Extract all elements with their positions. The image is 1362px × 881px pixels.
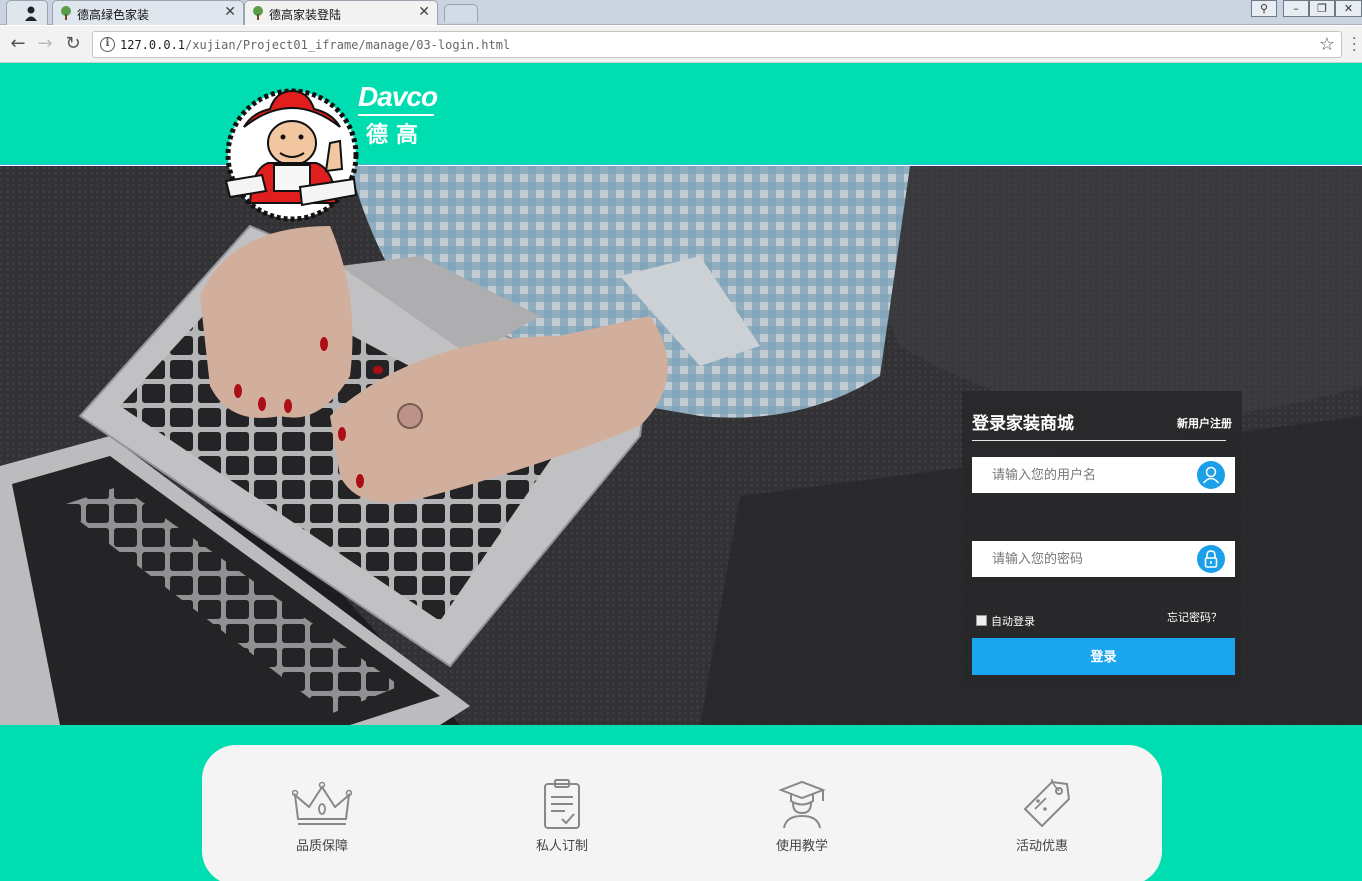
url-host: 127.0.0.1 bbox=[120, 38, 186, 52]
tab-close-icon[interactable]: ✕ bbox=[224, 4, 236, 20]
url-text: 127.0.0.1/xujian/Project01_iframe/manage… bbox=[120, 38, 510, 52]
hero-banner: 登录家装商城 新用户注册 请输入您的用户名 自动登录 忘记密码？ 登录 bbox=[0, 166, 1362, 725]
feature-label: 私人订制 bbox=[535, 839, 588, 854]
tab-close-icon[interactable]: ✕ bbox=[418, 4, 430, 20]
brand-divider bbox=[358, 114, 434, 116]
username-input[interactable] bbox=[992, 457, 1192, 493]
graduate-icon bbox=[778, 780, 826, 829]
title-divider bbox=[972, 440, 1226, 441]
tree-favicon-icon bbox=[253, 6, 263, 20]
feature-label: 品质保障 bbox=[295, 839, 348, 854]
mascot-logo-icon[interactable] bbox=[222, 83, 362, 223]
window-restore-button[interactable]: ❐ bbox=[1309, 0, 1335, 17]
feature-tutorial[interactable]: 使用教学 bbox=[742, 779, 862, 854]
forgot-password-link[interactable]: 忘记密码？ bbox=[1167, 609, 1222, 625]
brand-logo-chinese[interactable]: 德高 bbox=[366, 117, 426, 149]
window-minimize-button[interactable]: – bbox=[1283, 0, 1309, 17]
password-field bbox=[972, 541, 1235, 577]
crown-icon bbox=[292, 781, 352, 825]
tree-favicon-icon bbox=[61, 6, 71, 20]
features-card: 品质保障 私人订制 使用教学 活动优惠 bbox=[202, 745, 1162, 881]
tag-icon bbox=[1023, 779, 1071, 828]
web-page: Davco 德高 登录家装商城 新用户注册 请输入您的用户名 自动登录 忘记密码… bbox=[0, 63, 1362, 881]
forward-arrow-icon[interactable]: → bbox=[35, 34, 55, 54]
tab-label: 德高绿色家装 bbox=[77, 8, 150, 22]
checkbox-box[interactable] bbox=[976, 615, 987, 626]
username-field bbox=[972, 457, 1235, 493]
profile-avatar-icon bbox=[25, 6, 37, 21]
user-icon bbox=[1197, 461, 1225, 489]
feature-label: 使用教学 bbox=[775, 839, 828, 854]
feature-custom[interactable]: 私人订制 bbox=[502, 779, 622, 854]
tab-profile[interactable] bbox=[6, 0, 48, 25]
features-footer: 品质保障 私人订制 使用教学 活动优惠 bbox=[0, 725, 1362, 881]
auto-login-checkbox[interactable]: 自动登录 bbox=[976, 613, 1035, 629]
auto-login-label: 自动登录 bbox=[991, 615, 1035, 628]
window-close-button[interactable]: ✕ bbox=[1335, 0, 1362, 17]
feature-promotion[interactable]: 活动优惠 bbox=[982, 779, 1102, 854]
browser-menu-icon[interactable]: · · · bbox=[1352, 32, 1360, 58]
address-bar: ← → ↻ i 127.0.0.1/xujian/Project01_ifram… bbox=[0, 26, 1362, 63]
tab-davco-login[interactable]: 德高家装登陆 ✕ bbox=[244, 0, 438, 25]
site-header: Davco 德高 bbox=[0, 63, 1362, 165]
url-path: /xujian/Project01_iframe/manage/03-login… bbox=[185, 38, 511, 52]
feature-label: 活动优惠 bbox=[1015, 839, 1068, 854]
login-title: 登录家装商城 bbox=[972, 414, 1074, 434]
tab-label: 德高家装登陆 bbox=[269, 8, 342, 22]
tab-davco-home[interactable]: 德高绿色家装 ✕ bbox=[52, 0, 244, 25]
url-input[interactable]: i 127.0.0.1/xujian/Project01_iframe/mana… bbox=[92, 31, 1342, 58]
login-button[interactable]: 登录 bbox=[972, 638, 1235, 675]
login-panel: 登录家装商城 新用户注册 请输入您的用户名 自动登录 忘记密码？ 登录 bbox=[962, 391, 1242, 686]
browser-tab-bar: 德高绿色家装 ✕ 德高家装登陆 ✕ ⚲ – ❐ ✕ bbox=[0, 0, 1362, 25]
info-icon[interactable]: i bbox=[100, 37, 115, 52]
bookmark-star-icon[interactable]: ☆ bbox=[1319, 34, 1335, 55]
new-tab-button[interactable] bbox=[444, 4, 478, 22]
lock-icon bbox=[1197, 545, 1225, 573]
brand-logo-text[interactable]: Davco bbox=[358, 81, 438, 113]
reload-icon[interactable]: ↻ bbox=[63, 34, 83, 54]
password-input[interactable] bbox=[992, 541, 1192, 577]
window-user-icon[interactable]: ⚲ bbox=[1251, 0, 1277, 17]
feature-quality[interactable]: 品质保障 bbox=[262, 779, 382, 854]
clipboard-icon bbox=[544, 779, 580, 829]
register-link[interactable]: 新用户注册 bbox=[1177, 415, 1232, 431]
back-arrow-icon[interactable]: ← bbox=[8, 34, 28, 54]
